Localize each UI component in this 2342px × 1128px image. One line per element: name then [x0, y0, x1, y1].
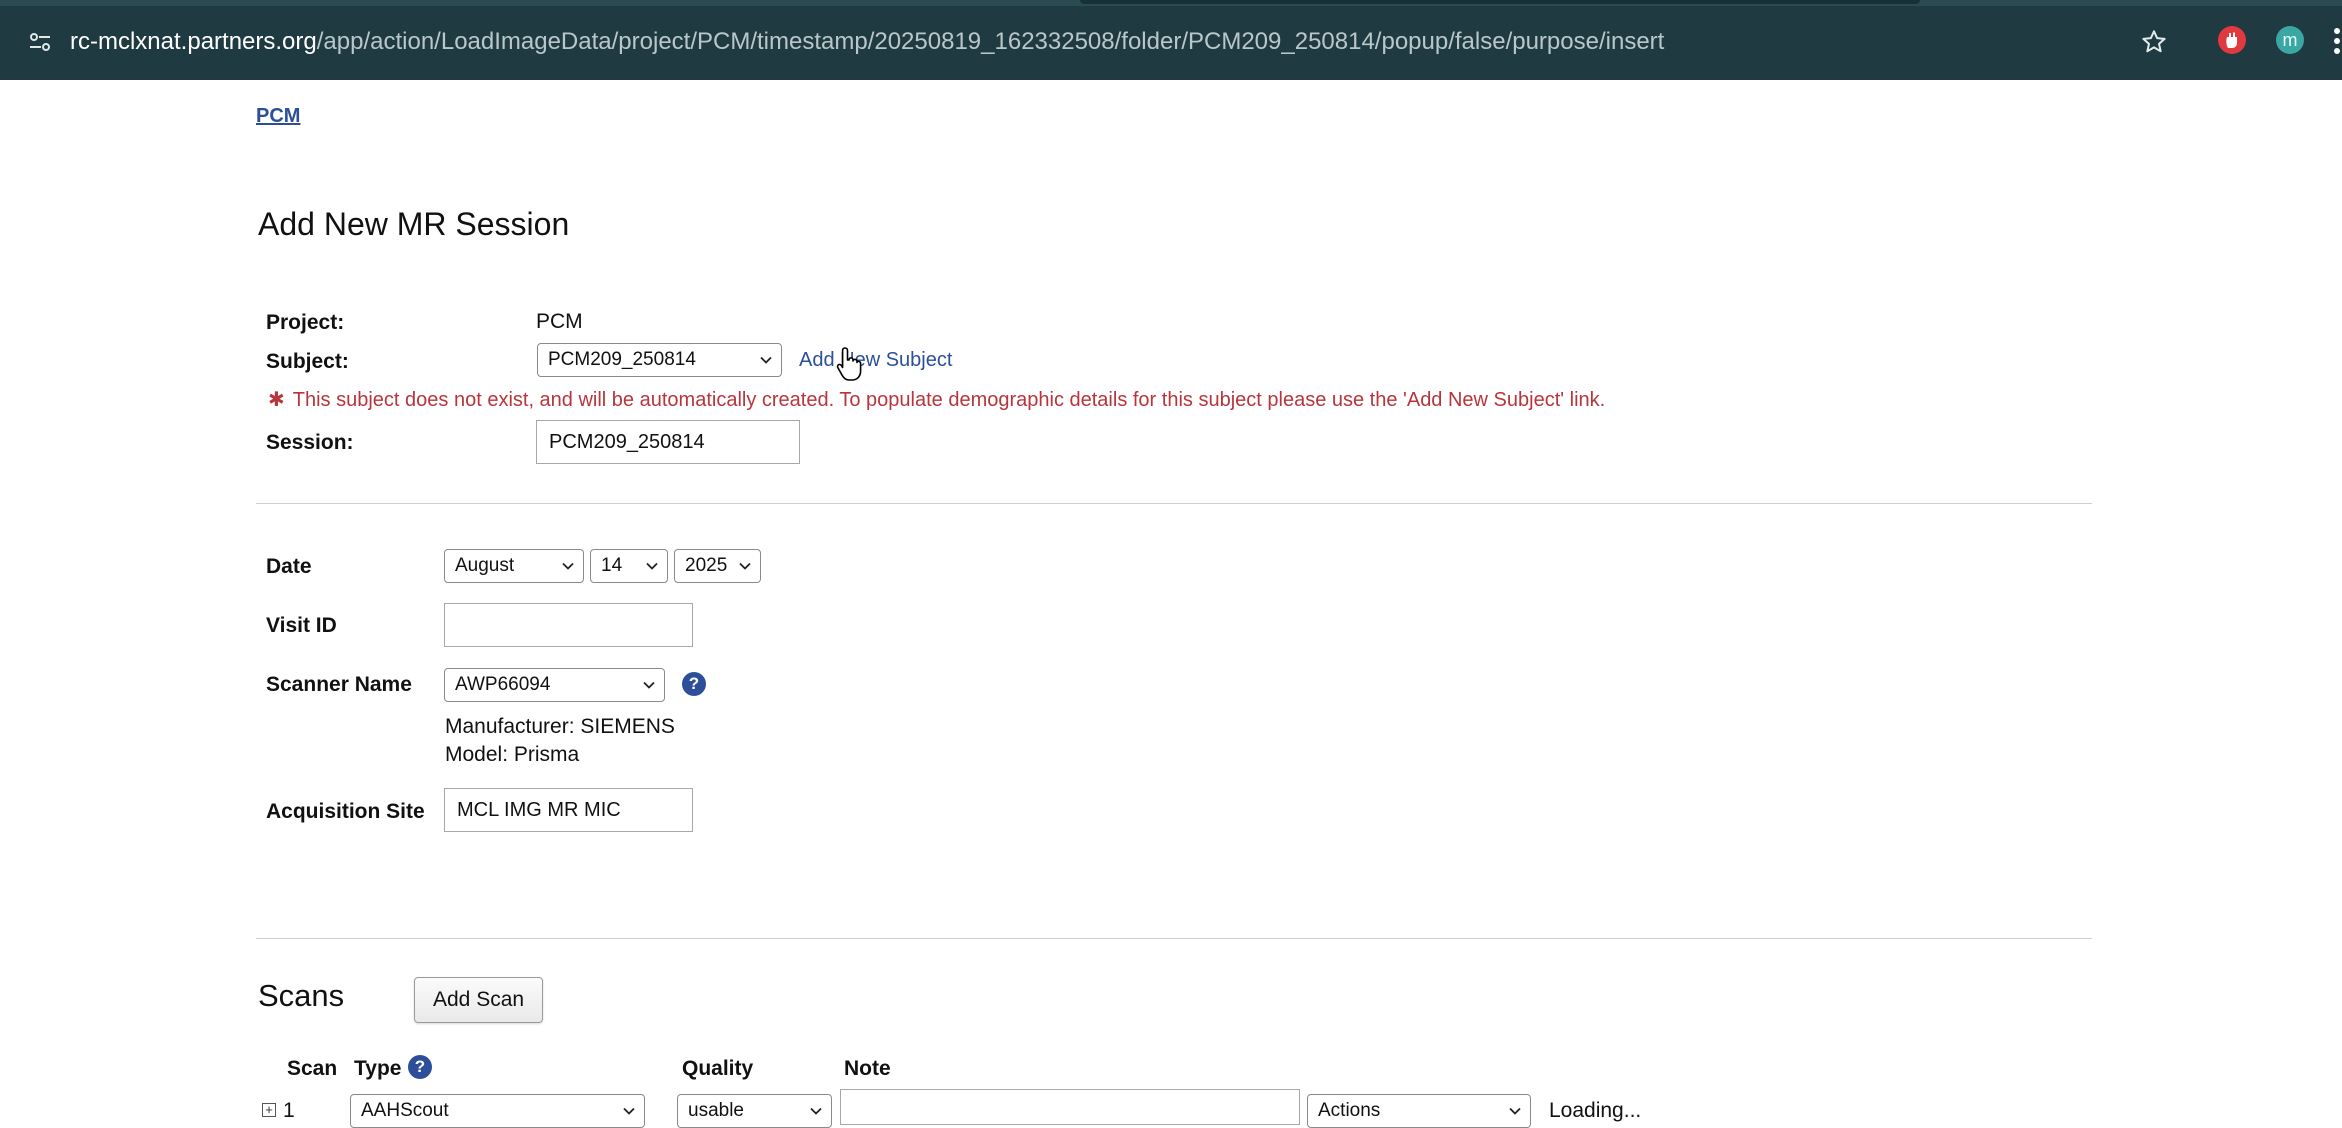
- subject-warning-text: This subject does not exist, and will be…: [292, 389, 1606, 411]
- date-label: Date: [266, 555, 312, 578]
- subject-warning: ✱ This subject does not exist, and will b…: [268, 387, 1605, 412]
- divider: [256, 503, 2092, 504]
- add-scan-button[interactable]: Add Scan: [414, 977, 544, 1023]
- cursor-hand-icon: [836, 347, 862, 381]
- browser-menu-icon[interactable]: [2330, 24, 2342, 60]
- add-new-subject-link[interactable]: Add New Subject: [799, 349, 952, 372]
- acquisition-site-input[interactable]: MCL IMG MR MIC: [444, 788, 693, 832]
- chevron-down-icon: [1509, 1107, 1521, 1115]
- scanner-help-icon[interactable]: ?: [682, 672, 706, 696]
- url-host: rc-mclxnat.partners.org: [70, 28, 317, 55]
- divider: [256, 938, 2092, 939]
- subject-label: Subject:: [266, 350, 349, 373]
- session-input[interactable]: PCM209_250814: [536, 420, 800, 464]
- scan-actions-select[interactable]: Actions: [1307, 1094, 1531, 1128]
- session-label: Session:: [266, 431, 354, 454]
- bookmark-star-icon[interactable]: [2134, 22, 2174, 62]
- scan-quality-select[interactable]: usable: [677, 1094, 832, 1128]
- note-column-header: Note: [844, 1057, 891, 1080]
- acquisition-site-label: Acquisition Site: [266, 800, 425, 823]
- date-month-select[interactable]: August: [444, 549, 584, 583]
- scanner-name-select[interactable]: AWP66094: [444, 668, 665, 702]
- visit-id-label: Visit ID: [266, 614, 337, 637]
- chevron-down-icon: [760, 356, 772, 364]
- project-label: Project:: [266, 311, 345, 334]
- date-year-value: 2025: [685, 555, 728, 576]
- subject-select[interactable]: PCM209_250814: [537, 343, 782, 377]
- breadcrumb-project-link[interactable]: PCM: [256, 105, 300, 128]
- subject-select-value: PCM209_250814: [548, 349, 696, 370]
- scanner-name-label: Scanner Name: [266, 673, 412, 696]
- scanner-model: Model: Prisma: [445, 743, 580, 766]
- chevron-down-icon: [810, 1107, 822, 1115]
- page-title: Add New MR Session: [258, 206, 570, 242]
- warning-asterisk-icon: ✱: [268, 389, 285, 411]
- type-help-icon[interactable]: ?: [408, 1055, 432, 1079]
- site-info-icon[interactable]: [22, 24, 58, 60]
- scan-note-input[interactable]: [840, 1089, 1300, 1125]
- project-value: PCM: [536, 310, 583, 333]
- chevron-down-icon: [643, 681, 655, 689]
- type-column-header: Type: [354, 1057, 402, 1080]
- tab-edge: [1080, 0, 1920, 4]
- url-path: /app/action/LoadImageData/project/PCM/ti…: [316, 28, 1665, 55]
- scanner-manufacturer: Manufacturer: SIEMENS: [445, 715, 675, 738]
- browser-toolbar: rc-mclxnat.partners.org/app/action/LoadI…: [0, 0, 2342, 80]
- scan-loading-status: Loading...: [1549, 1099, 1642, 1122]
- address-bar[interactable]: rc-mclxnat.partners.org/app/action/LoadI…: [70, 24, 1664, 60]
- date-month-value: August: [455, 555, 515, 576]
- visit-id-input[interactable]: [444, 603, 693, 647]
- scanner-name-value: AWP66094: [455, 674, 551, 695]
- chevron-down-icon: [739, 562, 751, 570]
- expand-icon[interactable]: +: [262, 1103, 276, 1117]
- scans-section-title: Scans: [258, 978, 345, 1013]
- scan-number: 1: [283, 1099, 295, 1122]
- date-year-select[interactable]: 2025: [674, 549, 761, 583]
- chevron-down-icon: [623, 1107, 635, 1115]
- date-day-select[interactable]: 14: [590, 549, 668, 583]
- chevron-down-icon: [562, 562, 574, 570]
- quality-column-header: Quality: [682, 1057, 754, 1080]
- extension-icon[interactable]: [2218, 26, 2246, 54]
- profile-avatar[interactable]: m: [2276, 26, 2304, 54]
- scan-column-header: Scan: [287, 1057, 338, 1080]
- chevron-down-icon: [646, 562, 658, 570]
- date-day-value: 14: [601, 555, 623, 576]
- scan-type-select[interactable]: AAHScout: [350, 1094, 645, 1128]
